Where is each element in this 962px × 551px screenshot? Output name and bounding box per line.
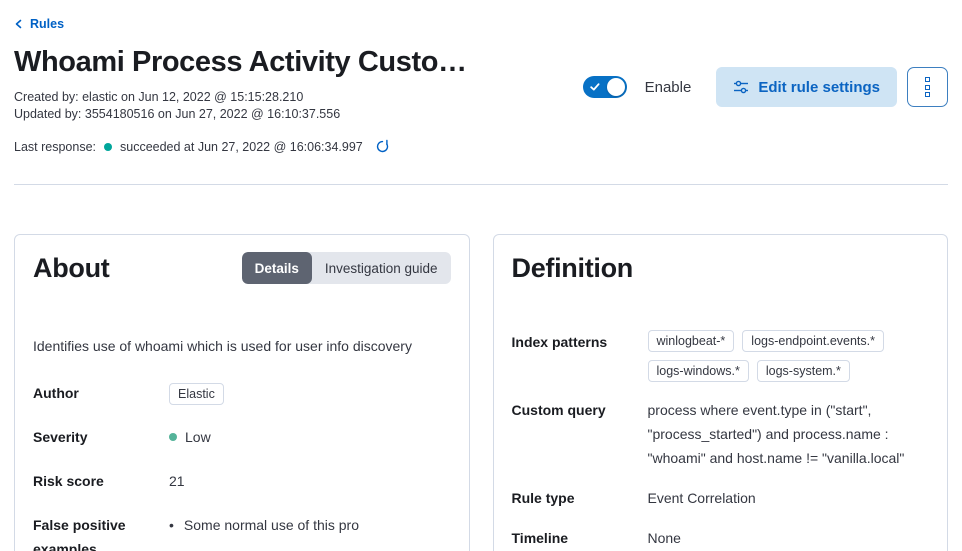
detail-row-custom-query: Custom query process where event.type in … <box>512 398 930 470</box>
detail-row-false-positive-examples: False positive examples • Some normal use … <box>33 513 451 551</box>
definition-panel: Definition Index patterns winlogbeat-* log… <box>493 234 949 551</box>
rule-meta: Created by: elastic on Jun 12, 2022 @ 15… <box>14 89 467 123</box>
row-value: process where event.type in ("start", "p… <box>648 398 930 470</box>
badges-list: winlogbeat-* logs-endpoint.events.* logs-w… <box>648 330 930 382</box>
bullet-marker: • <box>169 513 174 537</box>
chevron-left-icon <box>14 19 24 29</box>
status-dot <box>104 143 112 151</box>
check-icon <box>590 83 600 91</box>
badge-winlogbeat: winlogbeat-* <box>648 330 735 352</box>
enable-label: Enable <box>645 79 692 96</box>
about-panel-head: About DetailsInvestigation guide <box>15 235 469 284</box>
tab-details[interactable]: Details <box>242 252 312 284</box>
row-label: Risk score <box>33 469 161 493</box>
enable-toggle[interactable] <box>583 76 627 98</box>
severity-dot <box>169 433 177 441</box>
header-divider <box>14 184 948 185</box>
refresh-icon <box>375 139 390 154</box>
bullet-item: • Some normal use of this pro <box>169 513 451 537</box>
detail-row-risk-score: Risk score 21 <box>33 469 451 493</box>
row-value: • Some normal use of this pro <box>169 513 451 537</box>
row-value: winlogbeat-* logs-endpoint.events.* logs-w… <box>648 330 930 382</box>
row-value: 21 <box>169 469 451 493</box>
toggle-knob <box>607 78 625 96</box>
row-label: Author <box>33 381 161 405</box>
breadcrumb-label: Rules <box>30 17 64 31</box>
refresh-button[interactable] <box>375 139 390 154</box>
rule-header-actions: Enable Edit rule settings <box>583 67 948 107</box>
updated-by-text: Updated by: 3554180516 on Jun 27, 2022 @… <box>14 106 467 123</box>
definition-panel-head: Definition <box>494 235 948 284</box>
badge-logs-endpoint-events: logs-endpoint.events.* <box>742 330 884 352</box>
badge-logs-system: logs-system.* <box>757 360 850 382</box>
edit-rule-settings-button[interactable]: Edit rule settings <box>716 67 897 107</box>
about-tab-group: DetailsInvestigation guide <box>242 252 451 284</box>
panels-row: About DetailsInvestigation guide Identif… <box>14 234 948 551</box>
row-label: False positive examples <box>33 513 161 551</box>
last-response-label: Last response: <box>14 140 96 154</box>
row-label: Index patterns <box>512 330 640 354</box>
health-label: Low <box>185 425 211 449</box>
page-title: Whoami Process Activity Custo… <box>14 44 467 80</box>
detail-row-rule-type: Rule type Event Correlation <box>512 486 930 510</box>
about-panel-body: Identifies use of whoami which is used f… <box>15 336 469 551</box>
detail-row-severity: Severity Low <box>33 425 451 449</box>
tab-investigation-guide[interactable]: Investigation guide <box>312 252 451 284</box>
last-response-row: Last response: succeeded at Jun 27, 2022… <box>14 139 948 154</box>
rule-actions-menu-button[interactable] <box>907 67 948 107</box>
badge-elastic: Elastic <box>169 383 224 405</box>
detail-row-timeline: Timeline None <box>512 526 930 550</box>
rule-header-left: Whoami Process Activity Custo… Created b… <box>14 44 467 123</box>
row-value: Elastic <box>169 381 451 405</box>
row-label: Severity <box>33 425 161 449</box>
health-status: Low <box>169 425 451 449</box>
about-panel: About DetailsInvestigation guide Identif… <box>14 234 470 551</box>
row-value: None <box>648 526 930 550</box>
created-by-text: Created by: elastic on Jun 12, 2022 @ 15… <box>14 89 467 106</box>
row-value: Low <box>169 425 451 449</box>
definition-rows: Index patterns winlogbeat-* logs-endpoint.… <box>494 330 948 550</box>
about-title: About <box>33 252 109 284</box>
bullet-text: Some normal use of this pro <box>184 513 359 537</box>
breadcrumb-rules-link[interactable]: Rules <box>14 17 64 31</box>
edit-rule-settings-label: Edit rule settings <box>758 79 880 96</box>
row-value: Event Correlation <box>648 486 930 510</box>
badge-logs-windows: logs-windows.* <box>648 360 749 382</box>
row-label: Timeline <box>512 526 640 550</box>
row-label: Custom query <box>512 398 640 422</box>
definition-title: Definition <box>512 252 633 284</box>
row-label: Rule type <box>512 486 640 510</box>
last-response-status: succeeded at Jun 27, 2022 @ 16:06:34.997 <box>120 140 363 154</box>
rule-description: Identifies use of whoami which is used f… <box>33 336 451 357</box>
detail-row-author: Author Elastic <box>33 381 451 405</box>
sliders-icon <box>733 79 749 95</box>
detail-row-index-patterns: Index patterns winlogbeat-* logs-endpoint.… <box>512 330 930 382</box>
about-rows: Author Elastic Severity Low Risk score 21 Fals… <box>33 381 451 551</box>
query-text: process where event.type in ("start", "p… <box>648 398 930 470</box>
rule-details-page: Rules Whoami Process Activity Custo… Cre… <box>0 0 962 551</box>
boxes-vertical-icon <box>925 77 930 97</box>
rule-header: Whoami Process Activity Custo… Created b… <box>14 44 948 123</box>
